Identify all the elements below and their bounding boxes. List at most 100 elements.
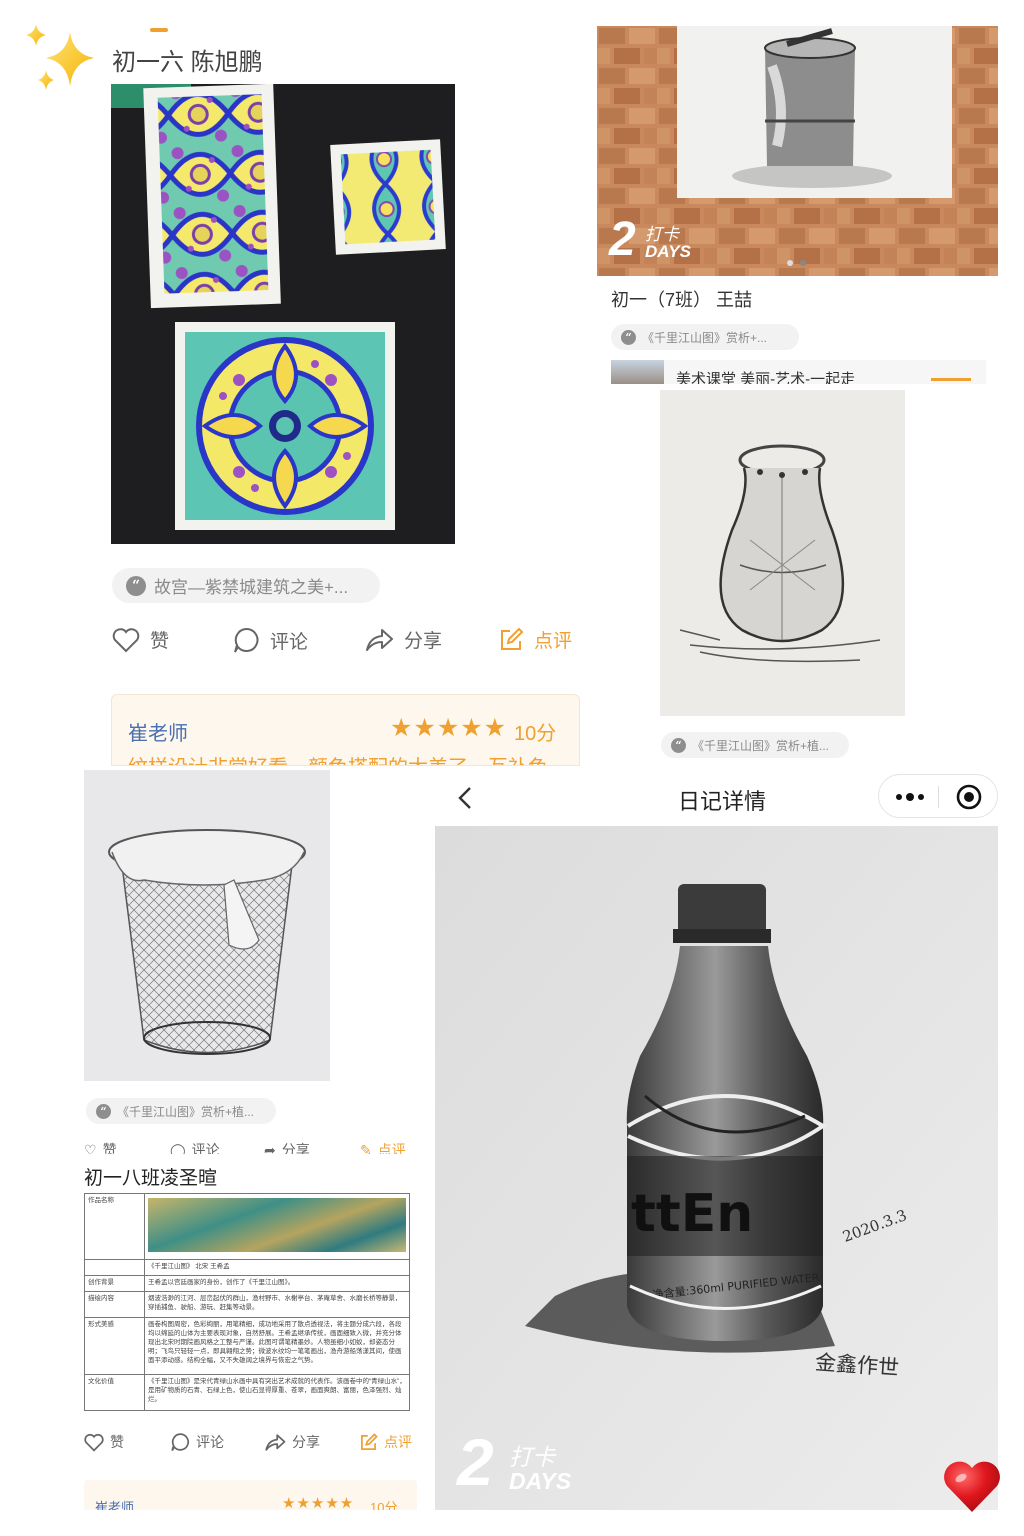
- comment-label: 评论: [270, 631, 309, 653]
- actions-row-cropped: ♡ 赞 ◯ 评论 ➦ 分享 ✎ 点评: [84, 1138, 414, 1155]
- heart-outline-icon: ♡: [84, 1141, 97, 1155]
- like-button[interactable]: ♡ 赞: [84, 1140, 117, 1155]
- diary-detail-navbar: 日记详情: [435, 770, 998, 826]
- doc-value-cell: 《千里江山图》是宋代青绿山水画中具有突出艺术成就的代表作。该画卷中的“青绿山水”…: [144, 1373, 410, 1412]
- post-author-name: 初一八班凌圣暄: [84, 1168, 218, 1189]
- doc-value-cell: 烟波浩渺的江河、层峦起伏的群山，渔村野市、水榭亭台、茅庵草舍、水磨长桥等静景，穿…: [144, 1290, 410, 1318]
- comment-bubble-icon: ◯: [170, 1141, 186, 1155]
- course-tag-fragment: [931, 378, 971, 381]
- edit-review-icon: [501, 627, 524, 650]
- review-button[interactable]: ✎ 点评: [360, 1140, 406, 1155]
- topic-tag-text: 《千里江山图》赏析+植...: [117, 1104, 255, 1119]
- doc-label-cell: 作品名称: [84, 1193, 145, 1260]
- topic-tag[interactable]: “ 《千里江山图》赏析+植...: [86, 1098, 276, 1124]
- teacher-name: 崔老师: [95, 1500, 135, 1510]
- comment-bubble-icon: [171, 1433, 189, 1452]
- rating-stars: ★★★★★: [282, 1495, 355, 1510]
- doc-value-cell: 王希孟以宫廷画家的身份，创作了《千里江山图》。: [144, 1274, 410, 1292]
- heart-filled-icon[interactable]: [942, 1458, 1002, 1514]
- comment-bubble-icon: [234, 627, 259, 653]
- review-score: 10分: [514, 723, 557, 745]
- doc-label-cell: 描绘内容: [84, 1290, 145, 1318]
- heart-outline-icon: [84, 1433, 104, 1452]
- sparkle-icon: [26, 24, 94, 90]
- artwork-photo-bucket-sketch[interactable]: 2 打卡 DAYS: [597, 26, 998, 276]
- post-author-name: 初一（7班） 王喆: [611, 290, 753, 310]
- jar-sketch-image: [660, 390, 905, 716]
- edit-review-icon: ✎: [360, 1141, 372, 1155]
- course-thumbnail: [611, 360, 664, 384]
- share-button[interactable]: ➦ 分享: [264, 1140, 310, 1155]
- share-label: 分享: [404, 631, 443, 652]
- checkin-days-label: DAYS: [645, 242, 691, 261]
- comment-button[interactable]: ◯ 评论: [170, 1140, 220, 1155]
- quote-icon: “: [96, 1103, 111, 1119]
- share-button[interactable]: 分享: [264, 1432, 320, 1452]
- share-label: 分享: [281, 1142, 310, 1154]
- wastebasket-sketch-image: [84, 770, 330, 1081]
- checkin-days-label: DAYS: [509, 1468, 572, 1494]
- review-label: 点评: [384, 1434, 412, 1450]
- more-dots-icon[interactable]: [895, 793, 925, 801]
- review-button[interactable]: 点评: [498, 626, 572, 653]
- like-label: 赞: [102, 1142, 117, 1154]
- topic-tag[interactable]: “ 故宫—紫禁城建筑之美+...: [112, 568, 380, 603]
- post-author-name: 初一六 陈旭鹏: [112, 49, 263, 76]
- checkin-badge: 2 打卡 DAYS: [457, 1425, 617, 1504]
- share-arrow-icon: ➦: [264, 1141, 276, 1155]
- capsule-menu: [878, 774, 998, 818]
- quote-icon: “: [126, 575, 146, 596]
- top-accent-bar: [150, 28, 168, 32]
- share-arrow-icon: [265, 1433, 286, 1451]
- comment-button[interactable]: 评论: [232, 626, 308, 654]
- doc-label-cell: [84, 1259, 145, 1276]
- artwork-photo-wastebasket-sketch[interactable]: [84, 770, 330, 1081]
- review-score: 10分: [370, 1500, 398, 1510]
- doc-value-cell: 《千里江山图》 北宋 王希孟: [144, 1259, 410, 1276]
- checkin-days-number: 2: [609, 213, 636, 266]
- topic-tag-text: 《千里江山图》赏析+植...: [692, 738, 830, 753]
- course-title: 美术课堂 美丽-艺术-一起走: [676, 371, 856, 384]
- comment-label: 评论: [196, 1434, 224, 1450]
- artwork-photo-jar-sketch[interactable]: [660, 390, 905, 716]
- doc-value-cell: 画卷构图周密，色彩绚丽，用笔精细，成功地采用了散点透视法，将主题分成六段，各段均…: [144, 1316, 410, 1375]
- doc-label-cell: 创作背景: [84, 1274, 145, 1292]
- share-arrow-icon: [366, 628, 393, 651]
- checkin-badge: 2 打卡 DAYS: [609, 213, 719, 268]
- like-button[interactable]: 赞: [112, 626, 169, 653]
- quote-icon: “: [671, 737, 686, 753]
- topic-tag-text: 《千里江山图》赏析+...: [642, 330, 768, 345]
- review-label: 点评: [377, 1142, 406, 1154]
- artwork-photo-bottle-sketch[interactable]: ttEn 净含量:360ml PURIFIED WATER 2020.3.3 金…: [435, 826, 998, 1510]
- comment-label: 评论: [191, 1142, 220, 1154]
- checkin-days-number: 2: [457, 1425, 494, 1499]
- teacher-review-card: 崔老师 ★★★★★ 10分 纹样设计非常好看，颜色搭配的太美了，互补色: [111, 694, 580, 766]
- capsule-divider: [938, 786, 939, 808]
- teacher-review-card: 崔老师 ★★★★★ 10分: [84, 1480, 417, 1510]
- share-button[interactable]: 分享: [364, 626, 442, 653]
- doc-painting-cell: [144, 1193, 410, 1260]
- topic-tag[interactable]: “ 《千里江山图》赏析+...: [611, 324, 799, 350]
- doc-label-cell: 形式美感: [84, 1316, 145, 1375]
- like-button[interactable]: 赞: [84, 1432, 124, 1452]
- artwork-analysis-document: 作品名称 《千里江山图》 北宋 王希孟 创作背景 王希孟以宫廷画家的身份，创作了…: [84, 1193, 410, 1412]
- page-title: 日记详情: [678, 789, 767, 814]
- target-icon[interactable]: [955, 783, 983, 811]
- course-link-row[interactable]: 美术课堂 美丽-艺术-一起走: [611, 360, 986, 384]
- back-chevron-icon[interactable]: [457, 786, 473, 810]
- like-label: 赞: [110, 1434, 124, 1450]
- artwork-photo-pattern-design[interactable]: [111, 84, 455, 544]
- topic-tag-text: 故宫—紫禁城建筑之美+...: [154, 578, 349, 597]
- bottle-brand-text: ttEn: [631, 1184, 753, 1244]
- review-button[interactable]: 点评: [359, 1432, 412, 1452]
- quote-icon: “: [621, 329, 636, 345]
- pattern-artwork-image: [111, 84, 446, 530]
- review-comment: 纹样设计非常好看，颜色搭配的太美了，互补色: [128, 751, 548, 765]
- teacher-name: 崔老师: [128, 723, 188, 745]
- comment-button[interactable]: 评论: [170, 1432, 224, 1452]
- heart-outline-icon: [112, 627, 140, 652]
- share-label: 分享: [292, 1434, 320, 1450]
- checkin-label: 打卡: [509, 1444, 555, 1470]
- rating-stars: ★★★★★: [390, 714, 508, 742]
- topic-tag[interactable]: “ 《千里江山图》赏析+植...: [661, 732, 849, 758]
